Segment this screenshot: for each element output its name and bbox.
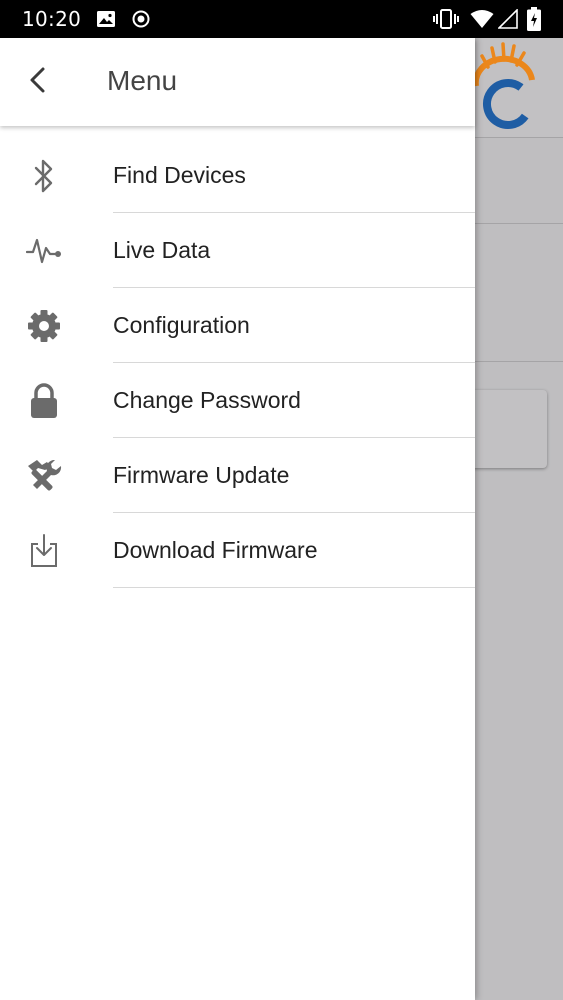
menu-item-label: Change Password xyxy=(113,387,301,413)
menu-item-change-password[interactable]: Change Password xyxy=(0,363,475,438)
tools-icon xyxy=(24,456,64,496)
drawer-menu: Find Devices Live Data Configuration Cha… xyxy=(0,138,475,588)
menu-item-download-firmware[interactable]: Download Firmware xyxy=(0,513,475,588)
gear-icon xyxy=(24,306,64,346)
status-time: 10:20 xyxy=(22,7,82,31)
record-icon xyxy=(131,9,151,34)
drawer-header: Menu xyxy=(0,38,475,126)
battery-charging-icon xyxy=(527,7,541,36)
pulse-icon xyxy=(24,231,64,271)
menu-item-label: Firmware Update xyxy=(113,462,290,488)
bluetooth-icon xyxy=(24,156,64,196)
chevron-left-icon xyxy=(28,66,48,99)
menu-item-label: Download Firmware xyxy=(113,537,318,563)
download-icon xyxy=(24,531,64,571)
image-icon xyxy=(96,9,116,34)
menu-item-label: Live Data xyxy=(113,237,211,263)
menu-item-configuration[interactable]: Configuration xyxy=(0,288,475,363)
menu-divider xyxy=(113,587,475,588)
drawer-title: Menu xyxy=(107,65,178,96)
back-button[interactable] xyxy=(18,62,58,102)
menu-item-find-devices[interactable]: Find Devices xyxy=(0,138,475,213)
lock-icon xyxy=(24,381,64,421)
vibrate-icon xyxy=(432,9,460,34)
status-bar: 10:20 xyxy=(0,0,563,38)
wifi-icon xyxy=(470,9,494,34)
menu-item-firmware-update[interactable]: Firmware Update xyxy=(0,438,475,513)
menu-item-live-data[interactable]: Live Data xyxy=(0,213,475,288)
menu-item-label: Configuration xyxy=(113,312,250,338)
navigation-drawer: Menu Find Devices Live Data Configuratio… xyxy=(0,38,475,1000)
cell-signal-icon xyxy=(497,8,518,34)
menu-item-label: Find Devices xyxy=(113,162,246,188)
